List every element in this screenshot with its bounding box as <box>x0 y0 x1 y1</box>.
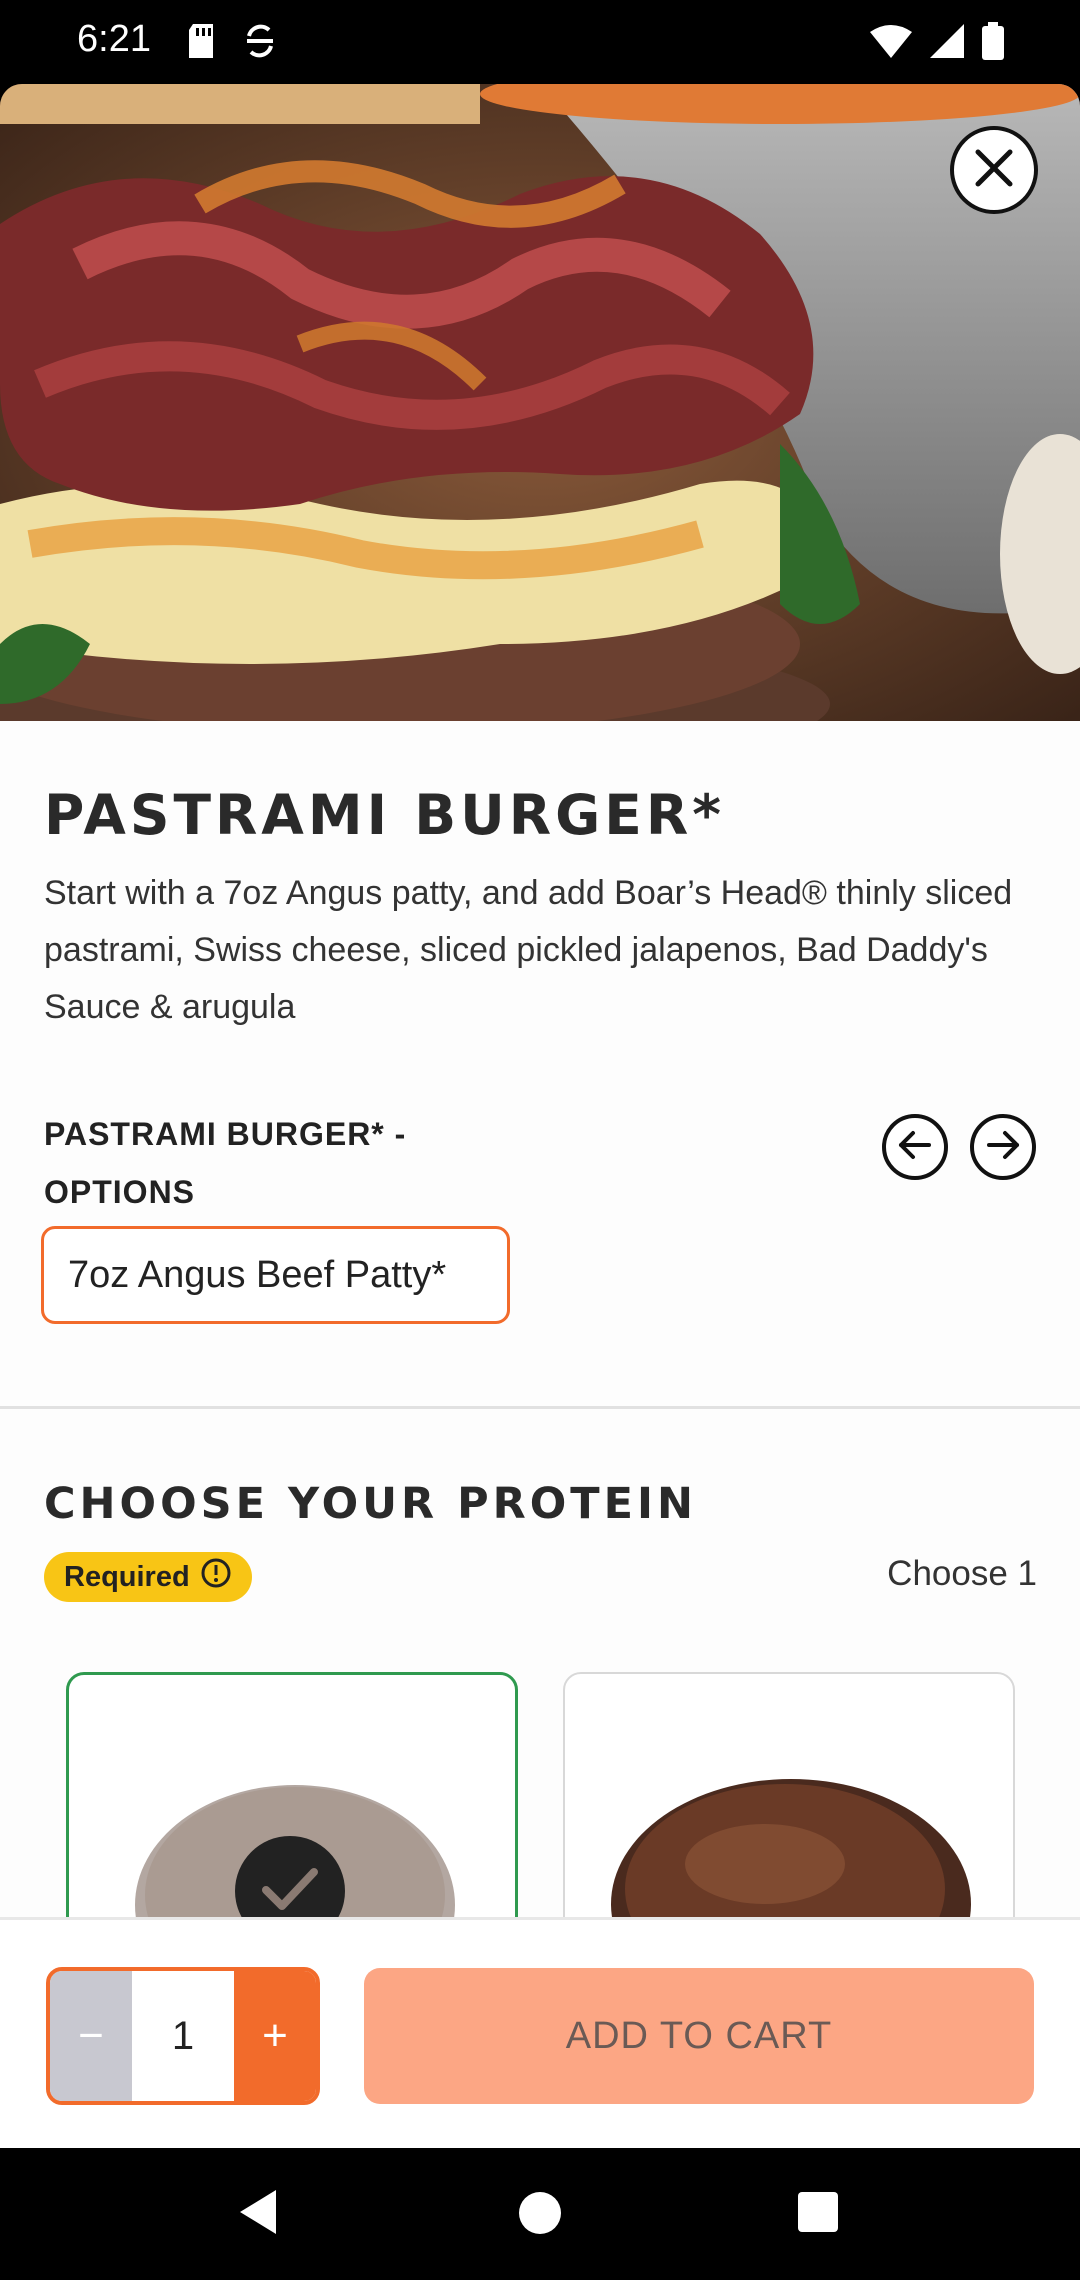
battery-icon <box>982 22 1004 65</box>
increase-quantity-button[interactable]: + <box>234 1971 316 2101</box>
options-heading: PASTRAMI BURGER* - OPTIONS <box>44 1116 407 1210</box>
next-option-button[interactable] <box>970 1114 1036 1180</box>
required-label: Required <box>64 1560 190 1593</box>
bottom-action-bar: − 1 + ADD TO CART <box>0 1917 1080 2148</box>
divider <box>0 1406 1080 1409</box>
status-time: 6:21 <box>77 18 151 60</box>
check-icon <box>260 1864 320 1919</box>
nav-home-icon[interactable] <box>519 2192 561 2234</box>
close-button[interactable] <box>950 126 1038 214</box>
system-nav-bar <box>0 2148 1080 2280</box>
selected-option-chip[interactable]: 7oz Angus Beef Patty* <box>41 1226 510 1324</box>
info-icon[interactable] <box>200 1557 232 1597</box>
nav-back-icon[interactable] <box>236 2188 280 2241</box>
sync-icon <box>245 22 275 65</box>
previous-option-button[interactable] <box>882 1114 948 1180</box>
arrow-left-icon <box>895 1125 935 1170</box>
signal-icon <box>930 24 964 63</box>
quantity-value: 1 <box>132 1971 234 2101</box>
close-icon <box>972 146 1016 195</box>
arrow-right-icon <box>983 1125 1023 1170</box>
decrease-quantity-button[interactable]: − <box>50 1971 132 2101</box>
add-to-cart-button[interactable]: ADD TO CART <box>364 1968 1034 2104</box>
choose-count: Choose 1 <box>887 1554 1037 1593</box>
quantity-stepper: − 1 + <box>46 1967 320 2105</box>
wifi-icon <box>870 24 912 63</box>
product-image <box>0 84 1080 721</box>
protein-section-title: CHOOSE YOUR PROTEIN <box>44 1479 697 1529</box>
product-description: Start with a 7oz Angus patty, and add Bo… <box>44 874 1013 1026</box>
product-title: PASTRAMI BURGER* <box>44 783 725 847</box>
status-bar: 6:21 <box>0 0 1080 84</box>
nav-recent-icon[interactable] <box>798 2192 838 2232</box>
required-badge: Required <box>44 1552 252 1602</box>
sd-card-icon <box>185 22 217 65</box>
